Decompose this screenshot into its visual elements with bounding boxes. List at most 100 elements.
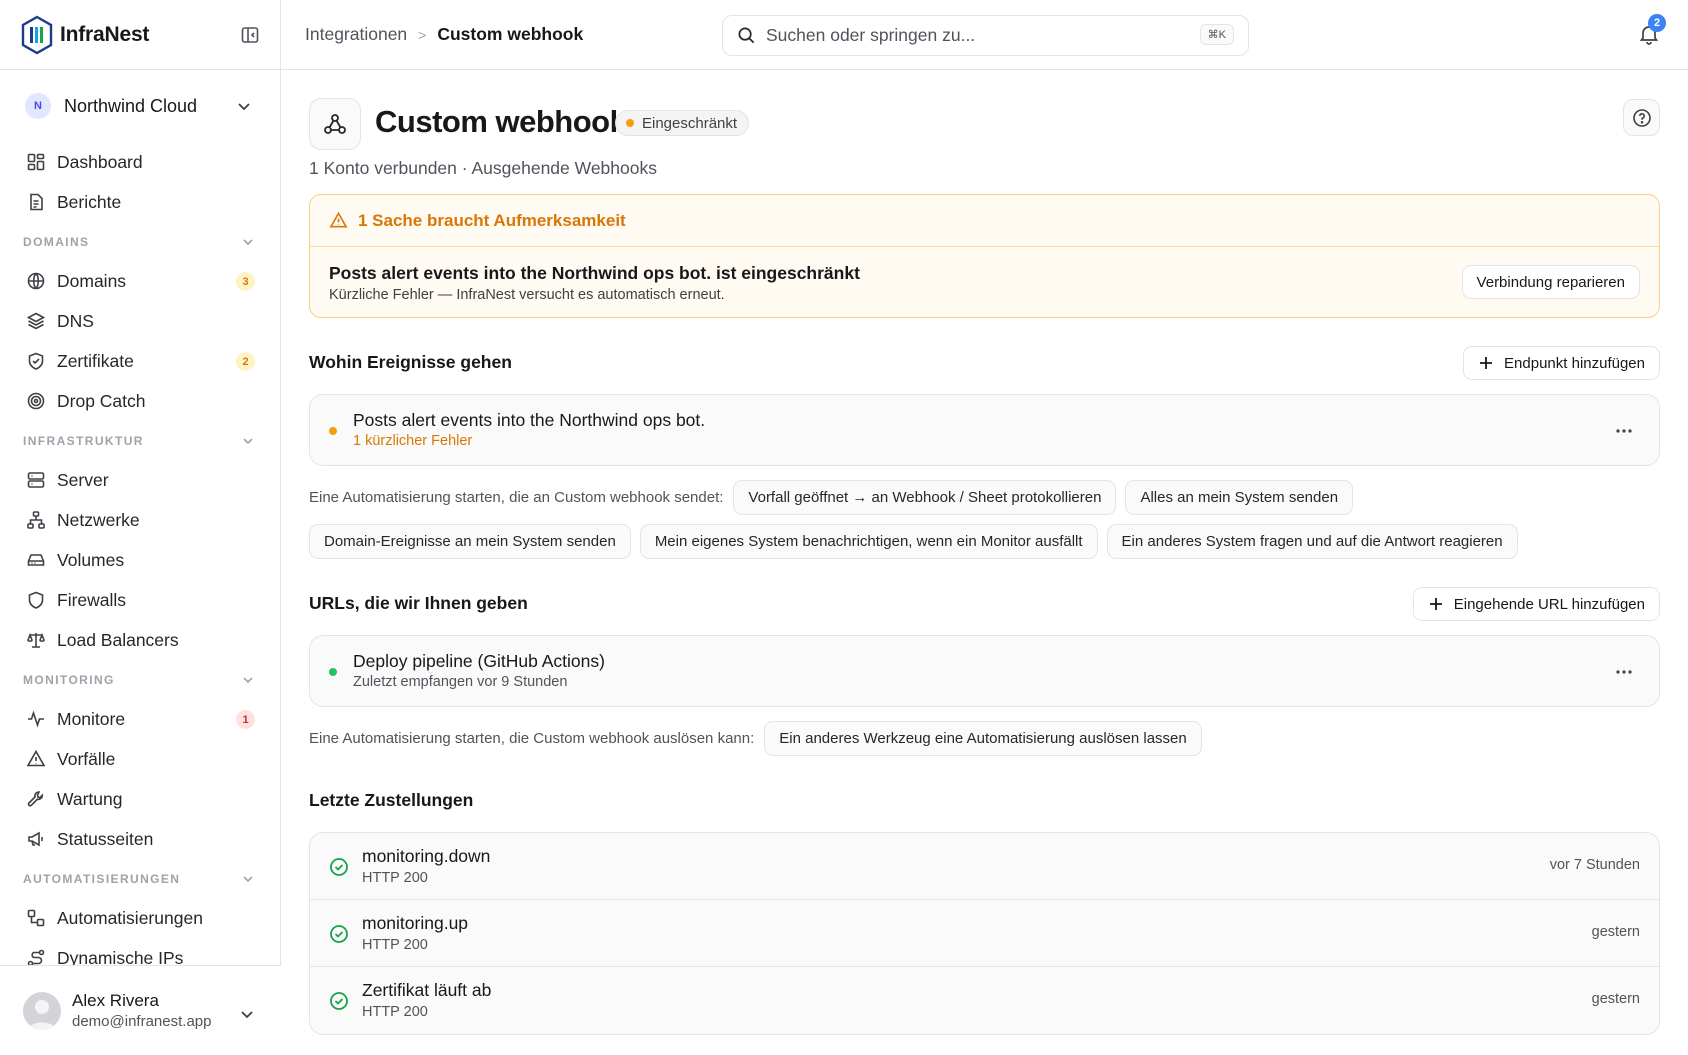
activity-icon <box>28 710 44 728</box>
sidebar-item-domains[interactable]: Domains 3 <box>0 261 280 301</box>
page-title: Custom webhook <box>375 104 627 139</box>
automation-chip[interactable]: Alles an mein System senden <box>1125 480 1354 515</box>
endpoint-name: Posts alert events into the Northwind op… <box>353 410 706 430</box>
chevron-down-icon <box>243 239 253 246</box>
help-button[interactable] <box>1623 99 1660 136</box>
count-badge: 1 <box>236 710 255 729</box>
sidebar-item-statusseiten[interactable]: Statusseiten <box>0 819 280 859</box>
section-label: DOMAINS <box>23 234 90 249</box>
warning-icon <box>26 749 46 767</box>
megaphone-icon <box>28 831 43 847</box>
brand: InfraNest <box>0 0 280 70</box>
sidebar-item-label: Drop Catch <box>57 390 146 411</box>
incoming-automation-suggestions: Eine Automatisierung starten, die Custom… <box>309 721 1660 756</box>
status-dot <box>329 668 337 676</box>
alert-heading: 1 Sache braucht Aufmerksamkeit <box>310 195 1659 247</box>
add-incoming-url-button[interactable]: Eingehende URL hinzufügen <box>1412 587 1660 621</box>
main-content: Custom webhook Eingeschränkt 1 Konto ver… <box>309 70 1660 1035</box>
status-dot <box>626 119 634 127</box>
delivery-status-code: HTTP 200 <box>362 937 428 953</box>
page-subtitle: 1 Konto verbunden · Ausgehende Webhooks <box>309 158 657 178</box>
sidebar-item-label: Server <box>57 469 109 490</box>
sidebar-item-label: Netzwerke <box>57 509 140 530</box>
search-icon <box>738 27 755 44</box>
automation-chip[interactable]: Ein anderes System fragen und auf die An… <box>1106 524 1518 559</box>
sidebar-item-zertifikate[interactable]: Zertifikate 2 <box>0 341 280 381</box>
automation-chip[interactable]: Domain-Ereignisse an mein System senden <box>309 524 631 559</box>
sidebar-item-label: Zertifikate <box>57 350 134 371</box>
endpoint-card[interactable]: Posts alert events into the Northwind op… <box>309 394 1660 466</box>
sidebar-item-load-balancers[interactable]: Load Balancers <box>0 620 280 660</box>
section-label: MONITORING <box>23 672 115 687</box>
incoming-url-card[interactable]: Deploy pipeline (GitHub Actions) Zuletzt… <box>309 635 1660 707</box>
workspace-switcher[interactable]: N Northwind Cloud <box>0 70 280 142</box>
sidebar-item-volumes[interactable]: Volumes <box>0 540 280 580</box>
breadcrumb-separator: > <box>418 26 427 43</box>
chips-lead: Eine Automatisierung starten, die Custom… <box>309 730 755 747</box>
sidebar-item-dns[interactable]: DNS <box>0 301 280 341</box>
sidebar-item-firewalls[interactable]: Firewalls <box>0 580 280 620</box>
chevron-down-icon <box>243 677 253 684</box>
section-domains[interactable]: DOMAINS <box>0 222 280 261</box>
automation-chip[interactable]: Vorfall geöffnet → an Webhook / Sheet pr… <box>733 480 1117 515</box>
report-icon <box>30 193 43 211</box>
search-input[interactable]: Suchen oder springen zu... ⌘K <box>722 15 1249 56</box>
alert-heading-text: 1 Sache braucht Aufmerksamkeit <box>358 210 626 230</box>
sidebar-item-label: Automatisierungen <box>57 907 203 928</box>
more-options-icon[interactable] <box>1615 422 1633 440</box>
plus-icon <box>1429 598 1442 610</box>
sidebar-item-vorfaelle[interactable]: Vorfälle <box>0 739 280 779</box>
section-monitoring[interactable]: MONITORING <box>0 660 280 699</box>
sidebar-item-label: Volumes <box>57 549 125 570</box>
page-header: Custom webhook Eingeschränkt 1 Konto ver… <box>309 70 1660 180</box>
count-badge: 3 <box>236 272 255 291</box>
delivery-event: monitoring.up <box>362 913 469 933</box>
incoming-url-name: Deploy pipeline (GitHub Actions) <box>353 651 605 671</box>
delivery-time: vor 7 Stunden <box>1549 857 1640 873</box>
section-infrastruktur[interactable]: INFRASTRUKTUR <box>0 421 280 460</box>
sidebar-item-label: DNS <box>57 310 94 331</box>
sidebar-item-wartung[interactable]: Wartung <box>0 779 280 819</box>
chevron-down-icon <box>238 103 250 111</box>
outgoing-automation-suggestions: Eine Automatisierung starten, die an Cus… <box>309 480 1660 559</box>
sidebar-item-label: Load Balancers <box>57 629 179 650</box>
network-icon <box>27 511 45 529</box>
automation-chip[interactable]: Ein anderes Werkzeug eine Automatisierun… <box>764 721 1202 756</box>
sidebar-item-server[interactable]: Server <box>0 460 280 500</box>
warning-icon <box>329 211 348 228</box>
breadcrumb-link-integrationen[interactable]: Integrationen <box>305 24 407 45</box>
sidebar-item-drop-catch[interactable]: Drop Catch <box>0 381 280 421</box>
automation-chip[interactable]: Mein eigenes System benachrichtigen, wen… <box>639 524 1098 559</box>
endpoint-detail: 1 kürzlicher Fehler <box>353 433 473 449</box>
dashboard-icon <box>27 153 45 171</box>
list-item[interactable]: monitoring.up HTTP 200 gestern <box>310 900 1659 967</box>
check-circle-icon <box>330 992 348 1010</box>
chevron-down-icon <box>241 1011 253 1019</box>
sidebar-item-label: Vorfälle <box>57 748 116 769</box>
globe-icon <box>27 272 45 290</box>
sidebar-item-dashboard[interactable]: Dashboard <box>0 142 280 182</box>
check-circle-icon <box>330 858 348 876</box>
section-automatisierungen[interactable]: AUTOMATISIERUNGEN <box>0 859 280 898</box>
avatar <box>23 991 61 1030</box>
add-endpoint-button[interactable]: Endpunkt hinzufügen <box>1463 346 1660 380</box>
sidebar-item-netzwerke[interactable]: Netzwerke <box>0 500 280 540</box>
list-item[interactable]: monitoring.down HTTP 200 vor 7 Stunden <box>310 833 1659 900</box>
sidebar: InfraNest N Northwind Cloud Dashboard Be… <box>0 0 281 1055</box>
breadcrumb: Integrationen > Custom webhook <box>305 24 583 45</box>
help-icon <box>1632 108 1651 127</box>
chips-lead: Eine Automatisierung starten, die an Cus… <box>309 489 724 506</box>
list-item[interactable]: Zertifikat läuft ab HTTP 200 gestern <box>310 967 1659 1034</box>
server-icon <box>27 472 45 488</box>
sidebar-item-automatisierungen[interactable]: Automatisierungen <box>0 898 280 938</box>
shield-check-icon <box>28 352 44 370</box>
more-options-icon[interactable] <box>1615 663 1633 681</box>
user-menu[interactable]: Alex Rivera demo@infranest.app <box>0 965 281 1055</box>
sidebar-item-berichte[interactable]: Berichte <box>0 182 280 222</box>
sidebar-item-monitore[interactable]: Monitore 1 <box>0 699 280 739</box>
repair-connection-button[interactable]: Verbindung reparieren <box>1461 265 1640 299</box>
outgoing-section-header: Wohin Ereignisse gehen Endpunkt hinzufüg… <box>309 346 1660 380</box>
incoming-url-detail: Zuletzt empfangen vor 9 Stunden <box>353 674 568 690</box>
infranest-logo-icon[interactable] <box>20 15 54 55</box>
sidebar-collapse-icon[interactable] <box>240 25 260 45</box>
